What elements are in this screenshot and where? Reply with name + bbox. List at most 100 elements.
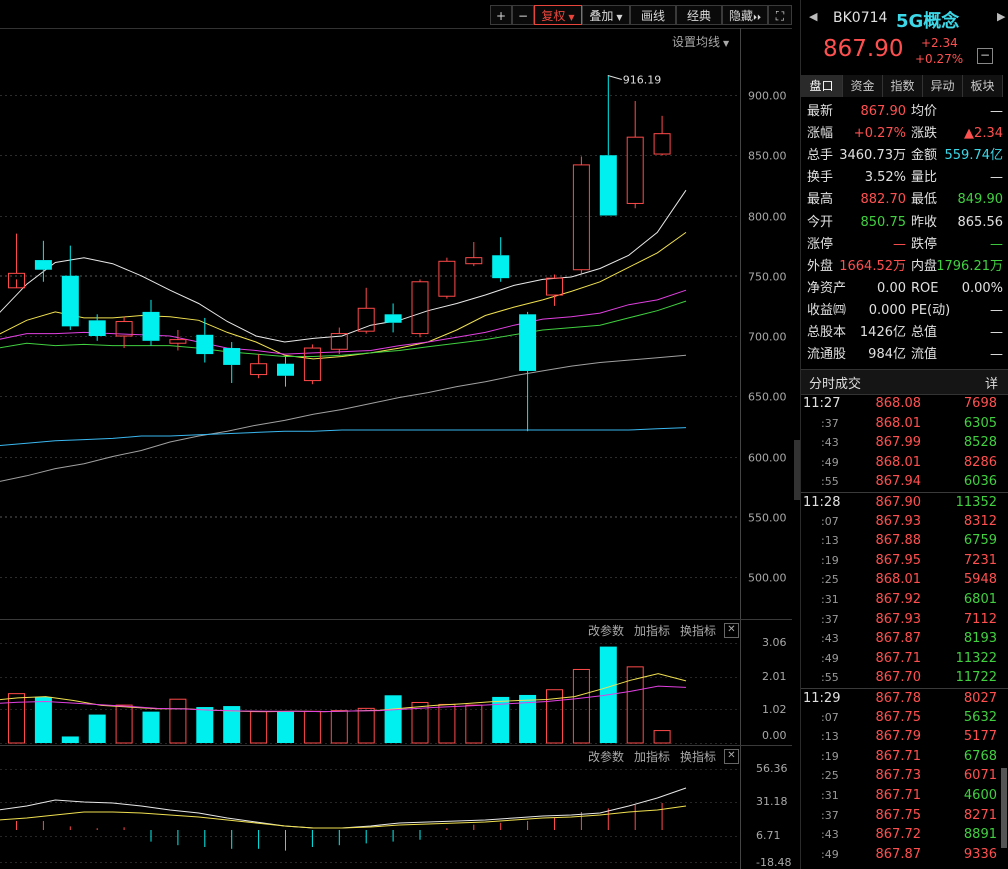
field-value: 882.70	[860, 192, 907, 208]
tab-yidong[interactable]: 异动	[923, 75, 963, 97]
volume-params-button[interactable]: 改参数	[588, 622, 624, 639]
hide-button[interactable]: 隐藏⏵⏵	[722, 5, 768, 25]
tick-row: :07 867.75 5632	[801, 708, 1008, 728]
field-label: 流通股	[807, 347, 847, 363]
tab-zijin[interactable]: 资金	[843, 75, 883, 97]
fuquan-button[interactable]: 复权 ▼	[534, 5, 582, 25]
next-stock-icon[interactable]: ▶	[997, 10, 1005, 23]
volume-bar	[653, 730, 671, 744]
fuquan-label: 复权	[541, 9, 566, 23]
tick-volume: 6759	[963, 533, 997, 549]
price-axis-label: 800.00	[748, 211, 787, 224]
candle-body	[653, 133, 671, 155]
osc-swap-indicator-button[interactable]: 换指标	[680, 748, 716, 765]
field-value: 3460.73万	[839, 148, 906, 164]
kline-chart-canvas[interactable]: 900.00 850.00 800.00 750.00 700.00 650.00 600.…	[0, 0, 796, 869]
tab-bankuai[interactable]: 板块	[963, 75, 1003, 97]
zoom-in-button[interactable]: +	[490, 5, 512, 25]
volume-close-icon[interactable]: ✕	[724, 623, 739, 638]
volume-bar	[115, 704, 133, 744]
osc-params-button[interactable]: 改参数	[588, 748, 624, 765]
volume-axis-label: 2.01	[762, 670, 787, 683]
candle-body	[250, 363, 268, 376]
volume-swap-indicator-button[interactable]: 换指标	[680, 622, 716, 639]
field-value: 1664.52万	[839, 258, 906, 274]
field-value: ▲2.34	[964, 126, 1003, 142]
candle-body	[196, 334, 214, 355]
field-label: 总手	[807, 148, 834, 164]
field-value: 3.52%	[864, 170, 906, 186]
tick-time: :37	[821, 808, 839, 822]
high-marker-arrow	[607, 75, 622, 80]
ticks-scrollbar[interactable]	[1001, 768, 1007, 848]
fullscreen-icon[interactable]: ⛶	[768, 5, 792, 25]
tick-price: 867.71	[875, 788, 922, 803]
tick-price: 867.88	[875, 533, 922, 549]
tab-pankou[interactable]: 盘口	[801, 75, 843, 97]
field-value: —	[893, 236, 906, 252]
stock-name: 5G概念	[896, 11, 960, 32]
chevron-down-icon: ▼	[723, 39, 730, 48]
tick-time: 11:28	[803, 495, 841, 510]
volume-bar	[357, 707, 375, 744]
field-label: 最低	[911, 192, 938, 208]
kline-chart-area[interactable]: 900.00 850.00 800.00 750.00 700.00 650.00 600.…	[0, 0, 796, 869]
candle-body	[626, 136, 644, 204]
collapse-quote-icon[interactable]: −	[977, 48, 993, 64]
tick-row: :25 868.01 5948	[801, 570, 1008, 590]
tick-row: :49 868.01 8286	[801, 453, 1008, 473]
candle-body	[223, 348, 241, 365]
volume-bar	[277, 711, 294, 743]
tick-row: 11:28 867.90 11352	[801, 492, 1008, 513]
ticks-header: 分时成交 详	[801, 369, 1008, 395]
candle-body	[438, 260, 456, 297]
field-label: 换手	[807, 170, 834, 186]
volume-bar	[88, 714, 106, 743]
draw-line-button[interactable]: 画线	[630, 5, 676, 25]
price-change-pct: +0.27%	[915, 52, 964, 66]
field-label: 收益㈣	[807, 302, 847, 318]
ticks-detail-button[interactable]: 详	[985, 373, 998, 392]
tick-time: :43	[821, 632, 839, 646]
overlay-button[interactable]: 叠加 ▼	[582, 5, 630, 25]
price-axis-label: 650.00	[748, 391, 787, 404]
volume-bar	[250, 711, 268, 744]
tick-row: :55 867.94 6036	[801, 472, 1008, 492]
candle-body	[572, 164, 590, 271]
osc-close-icon[interactable]: ✕	[724, 749, 739, 764]
osc-axis-label: 6.71	[756, 829, 781, 842]
volume-add-indicator-button[interactable]: 加指标	[634, 622, 670, 639]
tick-row: :31 867.92 6801	[801, 590, 1008, 610]
field-label: 流值	[911, 347, 938, 363]
zoom-out-button[interactable]: −	[512, 5, 534, 25]
tab-zhishu[interactable]: 指数	[883, 75, 923, 97]
tick-volume: 11722	[955, 670, 997, 686]
tick-row: :37 867.75 8271	[801, 806, 1008, 826]
field-value: 865.56	[957, 214, 1004, 230]
tick-price: 868.01	[875, 572, 922, 588]
tick-volume: 8271	[963, 807, 997, 823]
ticks-list[interactable]: 11:27 868.08 7698:37 868.01 6305:43 867.99 852…	[801, 394, 1008, 869]
tick-row: :43 867.72 8891	[801, 825, 1008, 845]
tick-volume: 9336	[963, 846, 997, 862]
price-axis-label: 550.00	[748, 512, 787, 525]
volume-bar	[303, 710, 321, 744]
tick-price: 867.71	[875, 748, 922, 764]
field-value: —	[990, 325, 1003, 340]
price-axis-label: 750.00	[748, 271, 787, 284]
classic-button[interactable]: 经典	[676, 5, 722, 25]
tick-volume: 7112	[963, 611, 997, 627]
price-change: +2.34	[921, 36, 958, 50]
field-label: 昨收	[911, 214, 938, 230]
tick-volume: 11322	[955, 650, 997, 666]
candle-body	[34, 260, 52, 270]
tick-row: 11:27 868.08 7698	[801, 394, 1008, 414]
prev-stock-icon[interactable]: ◀	[809, 10, 817, 23]
field-value: 1796.21万	[936, 258, 1003, 274]
field-label: 净资产	[807, 280, 847, 296]
ticks-title: 分时成交	[809, 377, 862, 392]
ma-settings-button[interactable]: 设置均线 ▼	[672, 33, 729, 50]
field-value: 1426亿	[859, 325, 906, 340]
tick-price: 867.78	[875, 691, 922, 706]
osc-add-indicator-button[interactable]: 加指标	[634, 748, 670, 765]
